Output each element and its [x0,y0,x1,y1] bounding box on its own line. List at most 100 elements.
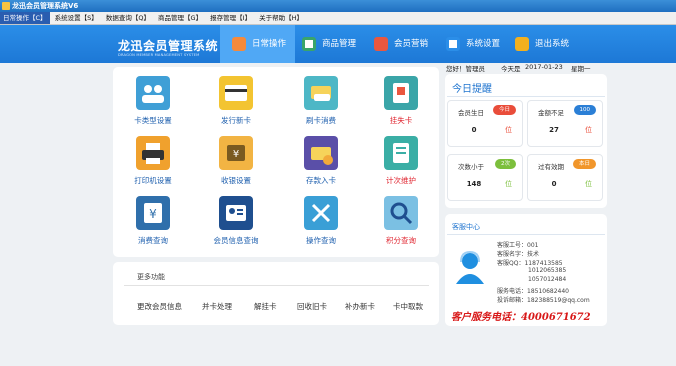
stat-badge: 本日 [572,159,596,169]
reminder-divider [447,96,605,97]
stat-label: 过有效期 [538,163,564,171]
stat-unit: 位 [505,126,512,134]
stat-label: 金额不足 [538,109,564,117]
function-cashier[interactable]: ¥ 收银设置 [206,136,266,186]
card-type-icon [136,76,170,110]
menu-save[interactable]: 报存管理【I】 [207,12,254,24]
title-bar: 龙迅会员管理系统V6 [0,0,676,12]
service-title: 客服中心 [452,223,480,231]
menu-daily[interactable]: 日常操作【C】 [0,12,50,24]
printer-icon [136,136,170,170]
more-link-reissue-card[interactable]: 补办新卡 [345,301,375,312]
count-icon [384,136,418,170]
tab-goods[interactable]: 商品管理 [290,25,365,63]
marketing-icon [374,37,388,51]
stat-badge: 今日 [492,105,516,115]
settings-icon [446,37,460,51]
stat-low-count[interactable]: 次数小于 2次 148 位 [447,154,523,201]
tab-exit[interactable]: 退出系统 [503,25,583,63]
tab-daily[interactable]: 日常操作 [220,25,295,63]
service-hotline: 客户服务电话：4000671672 [451,312,591,323]
more-link-recycle-card[interactable]: 回收旧卡 [297,301,327,312]
more-link-merge-card[interactable]: 并卡处理 [202,301,232,312]
more-divider [124,285,429,286]
current-date: 2017-01-23 [525,63,563,71]
function-deposit[interactable]: 存款入卡 [291,136,351,186]
service-agent-name: 客服名字：技术 [497,251,540,258]
function-label: 计次维护 [386,176,416,185]
function-label: 打印机设置 [134,176,172,185]
menu-system[interactable]: 系统设置【S】 [52,12,101,24]
function-label: 发行新卡 [221,116,251,125]
menu-goods[interactable]: 商品管理【G】 [155,12,205,24]
more-link-unlock-card[interactable]: 解挂卡 [254,301,277,312]
more-link-withdraw[interactable]: 卡中取款 [393,301,423,312]
service-divider [447,234,605,235]
stat-value: 27 [549,126,559,134]
function-printer[interactable]: 打印机设置 [123,136,183,186]
exit-icon [515,37,529,51]
stat-low-balance[interactable]: 金额不足 100 27 位 [527,100,603,147]
function-member-query[interactable]: 会员信息查询 [206,196,266,246]
stat-unit: 位 [505,180,512,188]
function-operation-query[interactable]: 操作查询 [291,196,351,246]
function-count[interactable]: 计次维护 [371,136,431,186]
function-label: 卡类型设置 [134,116,172,125]
stat-expired[interactable]: 过有效期 本日 0 位 [527,154,603,201]
function-label: 操作查询 [306,236,336,245]
more-title: 更多功能 [137,273,165,281]
stat-birthday[interactable]: 会员生日 今日 0 位 [447,100,523,147]
function-lost-card[interactable]: 挂失卡 [371,76,431,126]
function-card-type[interactable]: 卡类型设置 [123,76,183,126]
service-email: 投诉邮箱：182388519@qq.com [497,297,590,304]
function-swipe-card[interactable]: 刷卡消费 [291,76,351,126]
stat-unit: 位 [585,126,592,134]
new-card-icon [219,76,253,110]
tab-label: 日常操作 [252,39,287,49]
function-label: 积分查询 [386,236,416,245]
service-qq-2: 1012065385 [528,267,567,274]
svg-text:¥: ¥ [233,149,239,160]
more-link-edit-member[interactable]: 更改会员信息 [137,301,182,312]
function-label: 挂失卡 [389,116,413,125]
stat-value: 148 [466,180,482,188]
points-query-icon [384,196,418,230]
stat-badge: 2次 [495,159,516,169]
stat-label: 次数小于 [458,163,484,171]
daily-icon [232,37,246,51]
svg-text:¥: ¥ [149,207,157,221]
tab-marketing[interactable]: 会员营销 [362,25,437,63]
brand-title: 龙迅会员管理系统 [118,39,219,53]
cashier-icon: ¥ [219,136,253,170]
service-phone: 服务电话：18510682440 [497,288,569,295]
function-label: 消费查询 [138,236,168,245]
menu-bar: 日常操作【C】 系统设置【S】 数据查询【Q】 商品管理【G】 报存管理【I】 … [0,12,676,25]
service-agent-id: 客服工号：001 [497,242,539,249]
menu-help[interactable]: 关于帮助【H】 [256,12,306,24]
function-new-card[interactable]: 发行新卡 [206,76,266,126]
operation-query-icon [304,196,338,230]
member-query-icon [219,196,253,230]
function-label: 刷卡消费 [306,116,336,125]
function-label: 存款入卡 [306,176,336,185]
tab-label: 退出系统 [535,39,570,49]
app-icon [2,2,10,10]
menu-query[interactable]: 数据查询【Q】 [103,12,153,24]
tab-settings[interactable]: 系统设置 [434,25,509,63]
function-points-query[interactable]: 积分查询 [371,196,431,246]
function-label: 会员信息查询 [213,236,259,245]
reminder-title: 今日提醒 [452,84,492,95]
window-title: 龙迅会员管理系统V6 [12,2,79,10]
stat-label: 会员生日 [458,109,484,117]
header-bar: 龙迅会员管理系统 DRAGON MEMBER MANAGEMENT SYSTEM… [0,25,676,63]
date-label: 今天是 [501,65,521,73]
tab-label: 商品管理 [322,39,357,49]
tab-label: 会员营销 [394,39,429,49]
user-greeting: 您好！管理员 [446,65,485,73]
goods-icon [302,37,316,51]
function-consume-query[interactable]: ¥ 消费查询 [123,196,183,246]
current-weekday: 星期一 [571,65,591,73]
swipe-card-icon [304,76,338,110]
service-qq-3: 1057012484 [528,276,567,283]
brand-subtitle: DRAGON MEMBER MANAGEMENT SYSTEM [118,53,200,57]
